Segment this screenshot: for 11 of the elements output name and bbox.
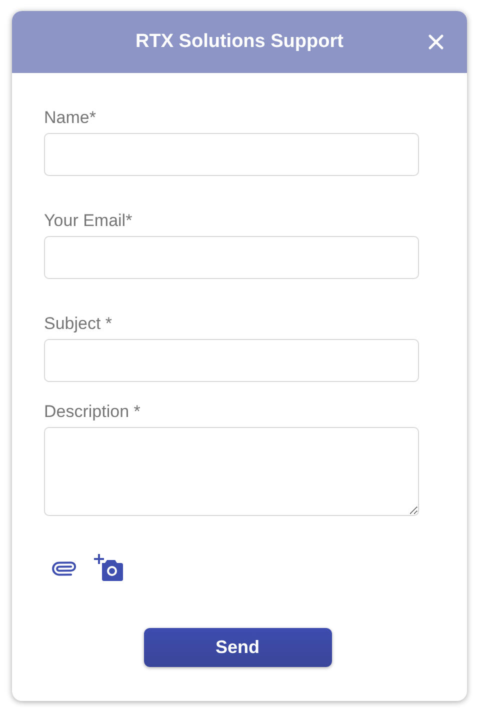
window-title: RTX Solutions Support bbox=[136, 31, 344, 53]
field-label: Name* bbox=[44, 107, 97, 128]
field-label: Subject * bbox=[44, 313, 114, 334]
description-field[interactable] bbox=[44, 427, 419, 516]
input-field[interactable] bbox=[44, 339, 419, 382]
input-field[interactable] bbox=[44, 236, 419, 279]
input-field[interactable] bbox=[44, 133, 419, 176]
field-label: Your Email* bbox=[44, 210, 134, 231]
field-label: Description * bbox=[44, 401, 142, 422]
add-camera-icon[interactable] bbox=[94, 554, 124, 582]
send-button[interactable]: Send bbox=[144, 628, 332, 667]
